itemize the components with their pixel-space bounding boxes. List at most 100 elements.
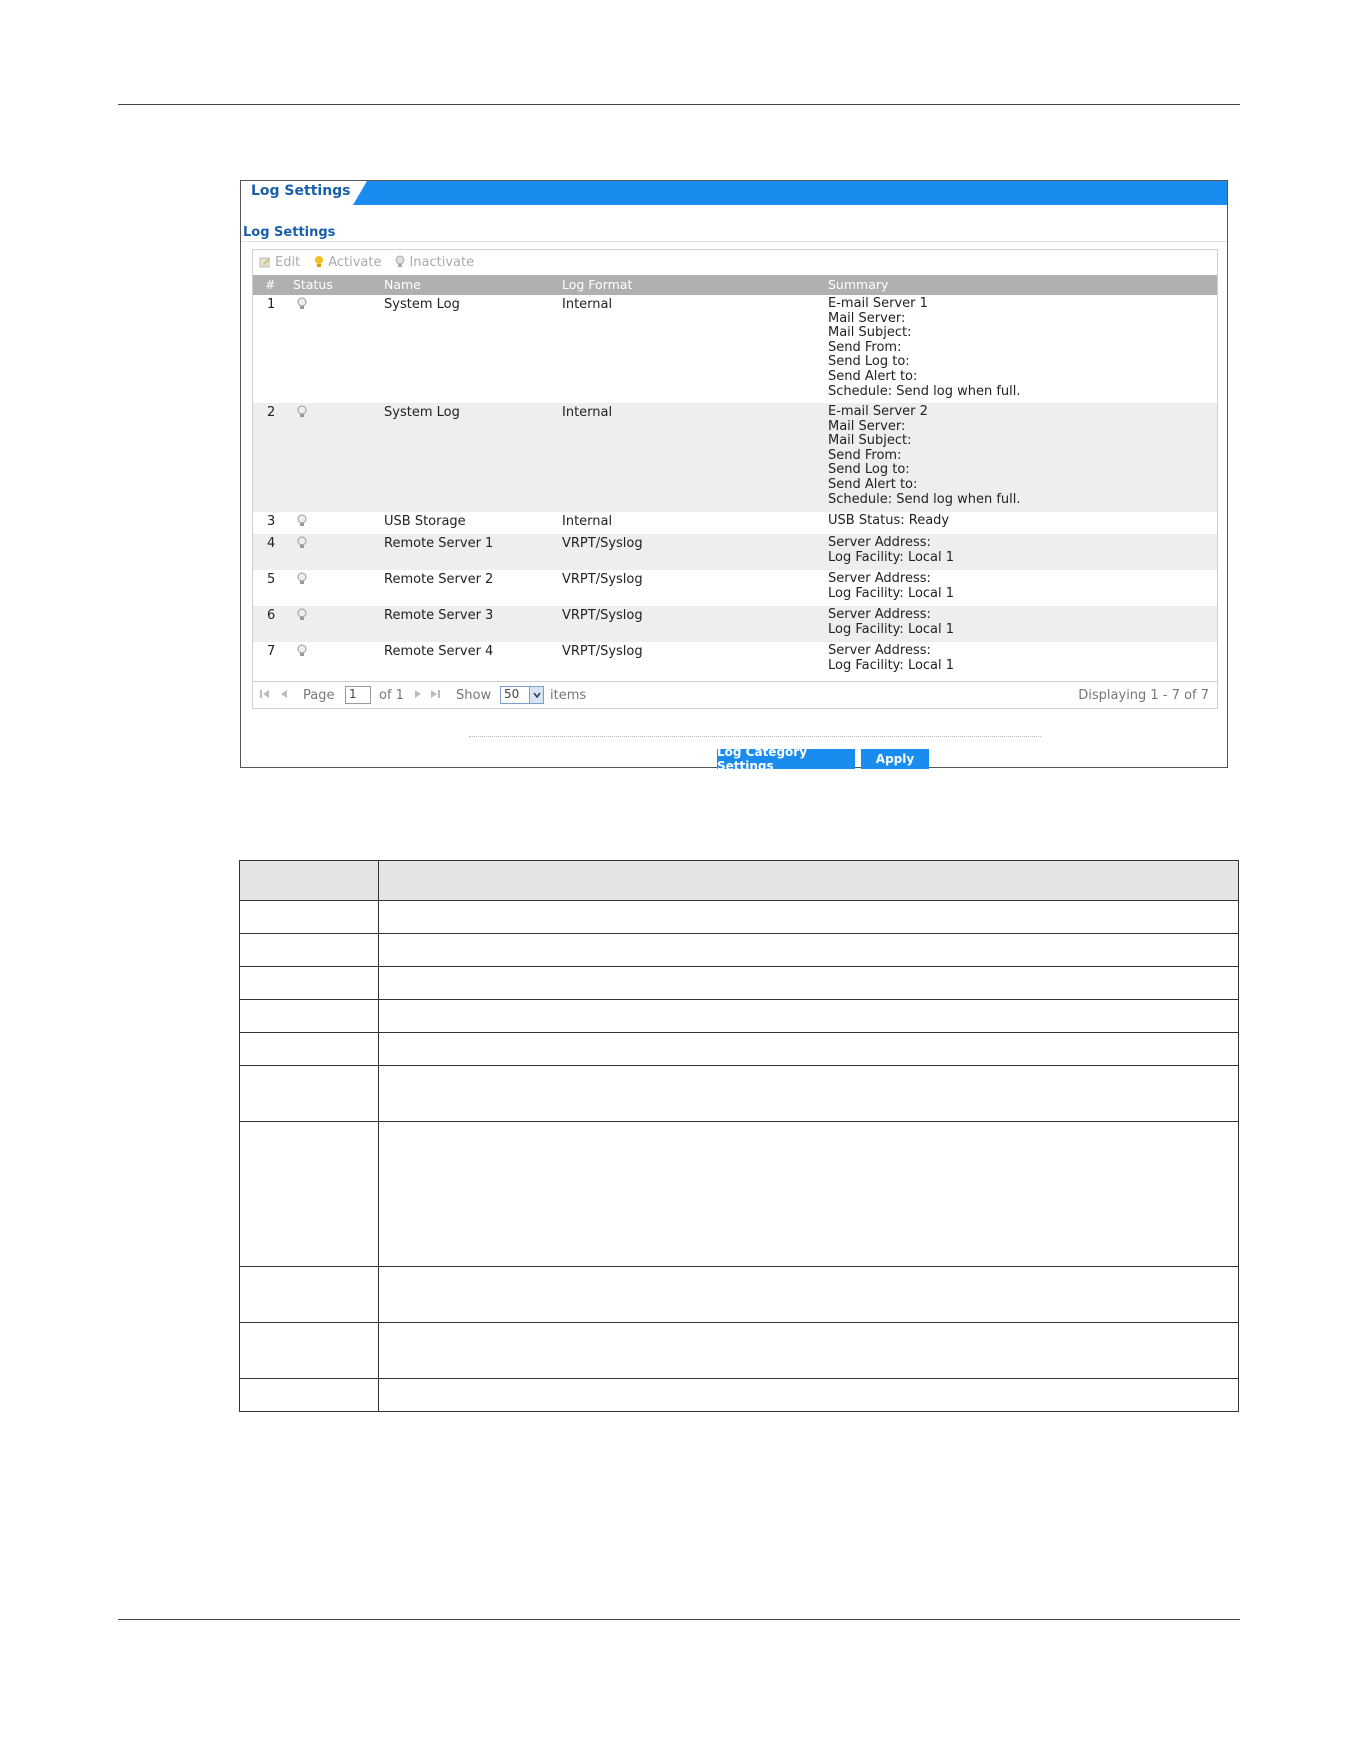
header-rule	[118, 104, 1240, 105]
row-number: 1	[267, 297, 276, 312]
summary-line: Send From:	[828, 339, 902, 355]
label-cell	[239, 1266, 379, 1323]
table-row[interactable]: 1 System Log Internal E-mail Server 1 Ma…	[253, 295, 1217, 403]
status-bulb-icon	[297, 608, 307, 626]
summary-line: Schedule: Send log when full.	[828, 491, 1021, 507]
label-cell	[239, 966, 379, 1000]
row-number: 3	[267, 514, 276, 529]
previous-page-icon[interactable]	[279, 688, 289, 704]
column-header-status[interactable]: Status	[293, 277, 333, 292]
summary-line: Send Alert to:	[828, 476, 918, 492]
table-row[interactable]: 7 Remote Server 4 VRPT/Syslog Server Add…	[253, 642, 1217, 678]
description-cell	[378, 999, 1239, 1033]
description-header-row	[239, 860, 1239, 901]
inactivate-button[interactable]: Inactivate	[395, 255, 474, 270]
section-title: Log Settings	[243, 225, 336, 240]
column-header-number[interactable]: #	[265, 277, 275, 292]
lightbulb-on-icon	[315, 256, 324, 267]
description-row	[239, 1322, 1239, 1379]
first-page-icon[interactable]	[259, 688, 271, 704]
summary-line: Log Facility: Local 1	[828, 585, 955, 601]
table-row[interactable]: 5 Remote Server 2 VRPT/Syslog Server Add…	[253, 570, 1217, 606]
summary-line: E-mail Server 2	[828, 404, 928, 419]
page-number-input[interactable]: 1	[345, 686, 371, 704]
section-divider	[241, 241, 1227, 242]
summary-line: Server Address:	[828, 571, 931, 586]
row-log-format: Internal	[562, 297, 613, 312]
summary-line: Server Address:	[828, 607, 931, 622]
description-row	[239, 966, 1239, 1000]
grid-toolbar: Edit Activate Inactivate	[259, 252, 488, 272]
activate-button[interactable]: Activate	[314, 255, 381, 270]
items-label: items	[550, 688, 587, 703]
chevron-down-icon[interactable]	[529, 687, 543, 703]
last-page-icon[interactable]	[429, 688, 441, 704]
summary-line: USB Status: Ready	[828, 513, 950, 528]
table-row[interactable]: 3 USB Storage Internal USB Status: Ready	[253, 512, 1217, 534]
status-bulb-icon	[297, 514, 307, 532]
activate-label: Activate	[328, 254, 382, 270]
header-label-cell	[239, 860, 379, 901]
description-cell	[378, 1032, 1239, 1066]
status-bulb-icon	[297, 405, 307, 423]
label-cell	[239, 1121, 379, 1267]
table-row[interactable]: 4 Remote Server 1 VRPT/Syslog Server Add…	[253, 534, 1217, 570]
description-table	[239, 860, 1239, 1412]
dotted-divider	[469, 736, 1041, 737]
edit-button[interactable]: Edit	[259, 255, 300, 270]
tab-log-settings[interactable]: Log Settings	[241, 181, 353, 205]
description-row	[239, 900, 1239, 934]
row-name: System Log	[384, 297, 460, 312]
description-cell	[378, 1322, 1239, 1379]
row-log-format: VRPT/Syslog	[562, 644, 643, 659]
summary-line: Log Facility: Local 1	[828, 621, 955, 637]
summary-line: Mail Server:	[828, 418, 906, 434]
table-row[interactable]: 6 Remote Server 3 VRPT/Syslog Server Add…	[253, 606, 1217, 642]
row-number: 4	[267, 536, 276, 551]
description-row	[239, 1266, 1239, 1323]
apply-button[interactable]: Apply	[861, 749, 929, 769]
row-number: 6	[267, 608, 276, 623]
label-cell	[239, 900, 379, 934]
row-log-format: VRPT/Syslog	[562, 608, 643, 623]
items-per-page-select[interactable]: 50	[500, 686, 544, 704]
row-name: Remote Server 1	[384, 536, 494, 551]
summary-line: Send Log to:	[828, 354, 910, 370]
tab-bar: Log Settings	[241, 181, 1227, 205]
row-log-format: Internal	[562, 514, 613, 529]
pagination-bar: Page 1 of 1 Show 50 items Displaying 1 -…	[253, 681, 1217, 709]
description-row	[239, 1065, 1239, 1122]
column-header-summary[interactable]: Summary	[828, 277, 888, 292]
summary-line: Send Alert to:	[828, 368, 918, 384]
page-label: Page	[303, 688, 335, 703]
label-cell	[239, 999, 379, 1033]
column-header-name[interactable]: Name	[384, 277, 421, 292]
description-cell	[378, 966, 1239, 1000]
row-summary: E-mail Server 2 Mail Server: Mail Subjec…	[828, 404, 1021, 507]
table-row[interactable]: 2 System Log Internal E-mail Server 2 Ma…	[253, 403, 1217, 512]
log-category-settings-button[interactable]: Log Category Settings	[717, 745, 855, 773]
summary-line: Mail Subject:	[828, 433, 912, 449]
row-summary: USB Status: Ready	[828, 513, 950, 529]
description-cell	[378, 1266, 1239, 1323]
summary-line: Server Address:	[828, 535, 931, 550]
label-cell	[239, 1065, 379, 1122]
row-name: Remote Server 2	[384, 572, 494, 587]
description-cell	[378, 1378, 1239, 1412]
column-header-log-format[interactable]: Log Format	[562, 277, 632, 292]
summary-line: Schedule: Send log when full.	[828, 383, 1021, 399]
next-page-icon[interactable]	[413, 688, 423, 704]
row-number: 5	[267, 572, 276, 587]
log-grid: Edit Activate Inactivate # Status Name L…	[252, 249, 1218, 709]
show-label: Show	[456, 688, 492, 703]
label-cell	[239, 1322, 379, 1379]
page-count-label: of 1	[379, 688, 404, 703]
label-cell	[239, 1032, 379, 1066]
row-name: USB Storage	[384, 514, 466, 529]
row-number: 7	[267, 644, 276, 659]
summary-line: Server Address:	[828, 643, 931, 658]
tab-notch	[353, 181, 367, 205]
label-cell	[239, 933, 379, 967]
description-row	[239, 933, 1239, 967]
summary-line: Send From:	[828, 447, 902, 463]
